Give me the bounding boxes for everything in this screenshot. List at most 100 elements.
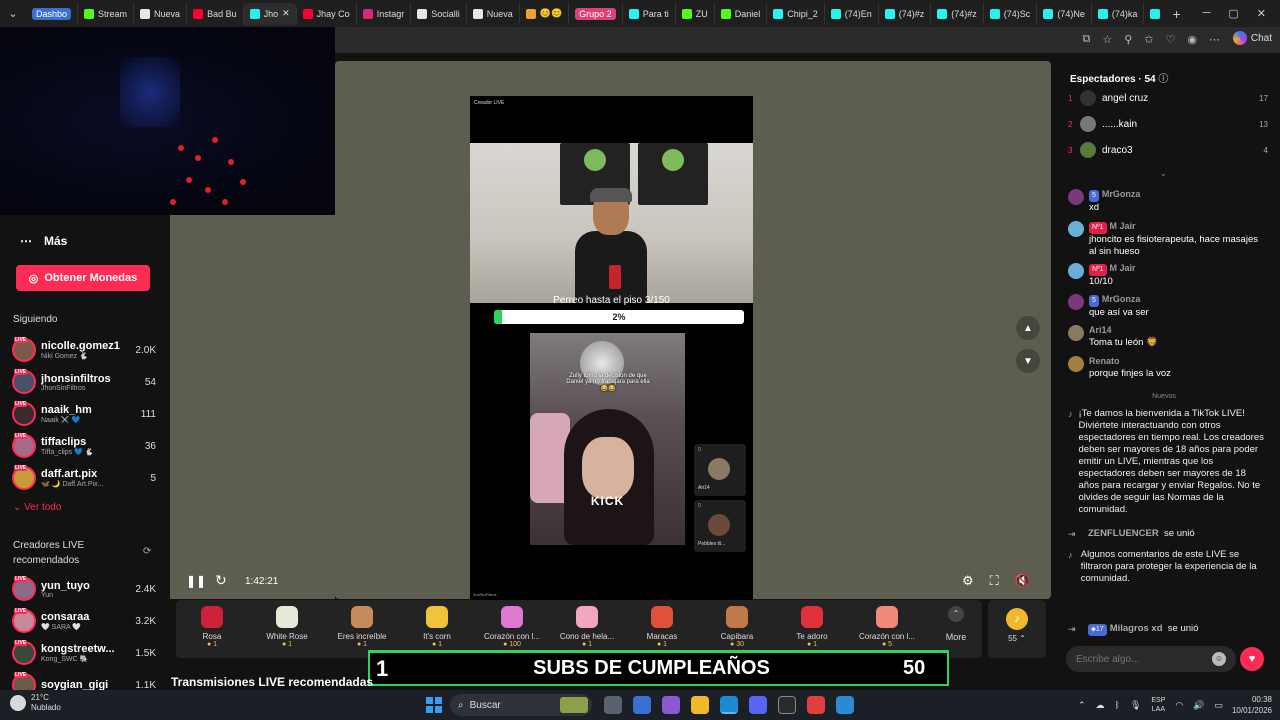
browser-tab[interactable]: (74)En [825,2,879,25]
pause-icon[interactable]: ❚❚ [186,574,206,588]
microphone-icon[interactable]: 🎙 [1130,700,1141,711]
tab-list-menu-icon[interactable]: ⌄ [0,0,26,27]
join-user[interactable]: ZENFLUENCER [1088,528,1159,539]
close-window-icon[interactable]: ✕ [1257,7,1266,20]
browser-tab[interactable]: (74)#z [879,2,932,25]
creator-item[interactable]: LIVE jhonsinfiltros JhonSinFiltros 54 [12,368,156,396]
previous-live-arrow-icon[interactable]: ▲ [1016,316,1040,340]
more-gifts-button[interactable]: ⌃ More [936,606,976,642]
top-viewer-row[interactable]: 1 angel cruz 17 [1068,89,1268,107]
creator-item[interactable]: LIVE yun_tuyo Yun 2.4K [12,575,156,603]
mute-icon[interactable]: 🔇 [1015,573,1031,589]
browser-tab[interactable]: Para ti [623,2,676,25]
avatar[interactable] [1068,263,1084,279]
emoji-icon[interactable]: ☺ [1212,652,1226,666]
avatar[interactable] [1068,325,1084,341]
avatar[interactable] [1068,356,1084,372]
chat-username[interactable]: Ari14 [1089,325,1112,335]
coin-balance-button[interactable]: ♪ 55 ⌃ [988,600,1046,658]
store-icon[interactable] [633,696,651,714]
gift-item[interactable]: Eres increíble ● 1 [326,604,398,654]
send-gift-icon[interactable]: ♥ [1240,647,1264,671]
guest-tile[interactable]: 0 Pebbles lit... [694,500,746,552]
chat-username[interactable]: M Jair [1110,221,1136,231]
copilot-app-icon[interactable] [662,696,680,714]
creator-item[interactable]: LIVE nicolle.gomez1 Niki Gomez 🐇 2.0K [12,336,156,364]
gift-item[interactable]: Rosa ● 1 [176,604,248,654]
browser-tab[interactable]: (74)#z [931,2,984,25]
see-all-link[interactable]: ⌄ Ver todo [13,502,61,513]
gift-item[interactable]: Te adoro ● 1 [776,604,848,654]
top-viewer-row[interactable]: 3 draco3 4 [1068,141,1268,159]
extension-icon[interactable]: ⚲ [1124,33,1132,46]
gift-item[interactable]: It's corn ● 1 [401,604,473,654]
discord-icon[interactable] [749,696,767,714]
browser-tab[interactable]: Daniel [715,2,768,25]
guest-tile[interactable]: 0 Ari14 [694,444,746,496]
heart-ext-icon[interactable]: ♡ [1166,33,1176,46]
favorite-star-icon[interactable]: ☆ [1102,33,1112,46]
browser-tab[interactable]: 😊😊 [520,2,570,25]
collapse-chevron-icon[interactable]: ⌄ [1160,169,1167,178]
language-indicator[interactable]: ESP LAA [1151,696,1165,714]
browser-tab[interactable]: Jhay Co [297,2,357,25]
browser-tab[interactable]: Nueva [467,2,520,25]
profile-icon[interactable]: ◉ [1187,33,1197,46]
chat-username[interactable]: MrGonza [1102,189,1141,199]
open-in-app-icon[interactable]: ⧉ [1083,33,1091,46]
new-tab-button[interactable]: + [1165,6,1189,22]
taskbar-search[interactable]: ⌕ Buscar [450,694,592,716]
gift-item[interactable]: Corazón con l... ● 5 [851,604,923,654]
chat-username[interactable]: MrGonza [1102,294,1141,304]
minimize-icon[interactable]: ─ [1203,7,1211,20]
chat-username[interactable]: M Jair [1110,263,1136,273]
browser-tab[interactable]: Jho ✕ [243,2,297,25]
top-viewer-row[interactable]: 2 ......kain 13 [1068,115,1268,133]
join-user[interactable]: Milagros xd [1110,623,1163,634]
next-live-arrow-icon[interactable]: ▼ [1016,349,1040,373]
app-icon[interactable] [836,696,854,714]
gift-item[interactable]: Corazón con l... ● 100 [476,604,548,654]
copilot-chat-button[interactable]: Chat [1232,31,1272,45]
browser-tab[interactable]: Nueva [134,2,188,25]
browser-tab[interactable]: (74)ka [1092,2,1145,25]
menu-dots-icon[interactable]: ⋯ [1209,33,1220,46]
onedrive-icon[interactable]: ☁ [1096,700,1105,711]
weather-widget[interactable]: 21°C Nublado [10,693,61,713]
browser-tab[interactable]: Grupo 2 [569,2,623,25]
avatar[interactable] [1068,221,1084,237]
maximize-icon[interactable]: ▢ [1228,7,1238,20]
edge-icon[interactable] [720,696,738,714]
browser-tab[interactable]: (74)#y [1144,3,1165,25]
file-explorer-icon[interactable] [691,696,709,714]
gift-item[interactable]: Capibara ● 30 [701,604,773,654]
browser-tab[interactable]: ZU [676,2,715,25]
fullscreen-icon[interactable]: ⛶ [990,573,999,589]
settings-icon[interactable]: ⚙ [962,573,974,589]
bluetooth-icon[interactable]: ᛒ [1115,700,1120,710]
chat-username[interactable]: Renato [1089,356,1120,366]
task-view-icon[interactable] [604,696,622,714]
creator-item[interactable]: LIVE daff.art.pix 🦋 🌙 Daff.Art.Pix... 5 [12,464,156,492]
chat-input[interactable] [1066,646,1236,672]
browser-tab[interactable]: Bad Bu [187,2,244,25]
avatar[interactable] [1068,294,1084,310]
browser-tab[interactable]: Dashbo [26,2,79,25]
browser-tab[interactable]: (74)Ne [1037,2,1092,25]
app-icon[interactable] [807,696,825,714]
favorites-icon[interactable]: ✩ [1144,33,1153,46]
replay-icon[interactable]: ↻ [215,572,227,589]
gift-item[interactable]: White Rose ● 1 [251,604,323,654]
volume-icon[interactable]: 🔊 [1193,700,1204,711]
refresh-icon[interactable]: ⟳ [143,546,151,557]
tray-expand-icon[interactable]: ⌃ [1078,700,1086,711]
browser-tab[interactable]: (74)Sc [984,2,1038,25]
info-icon[interactable]: ⓘ [1158,74,1168,85]
gift-item[interactable]: Maracas ● 1 [626,604,698,654]
gift-item[interactable]: Cono de hela... ● 1 [551,604,623,654]
get-coins-button[interactable]: ◎ Obtener Monedas [16,265,150,291]
live-video[interactable]: Creador LIVE Perreo hasta el piso 3/150 … [470,96,753,600]
windows-start-icon[interactable] [426,697,442,713]
browser-tab[interactable]: Chipi_2 [767,2,825,25]
close-tab-icon[interactable]: ✕ [282,8,290,19]
